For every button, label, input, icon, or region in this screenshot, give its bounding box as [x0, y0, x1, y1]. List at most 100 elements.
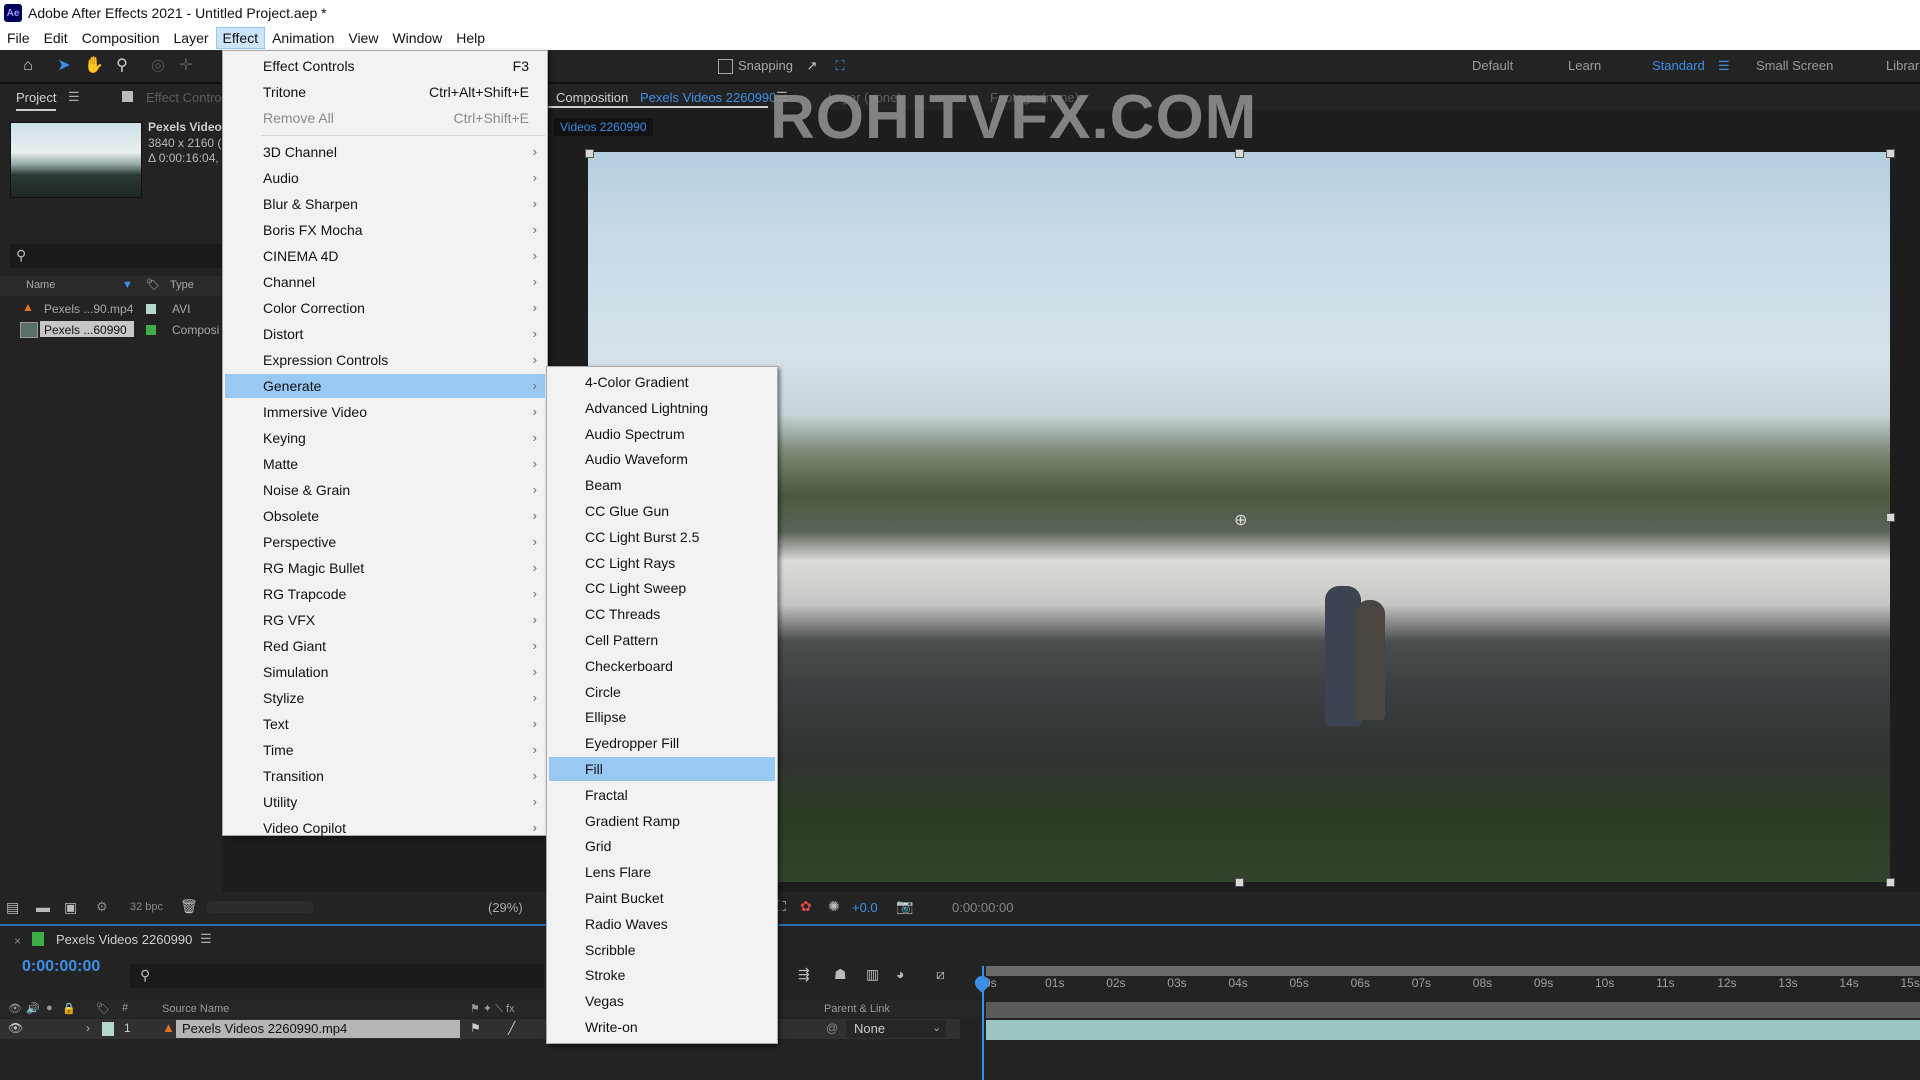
anchor-point-icon[interactable]: ⊕ [1234, 510, 1247, 530]
generate-item-4-color-gradient[interactable]: 4-Color Gradient [549, 370, 775, 394]
motion-blur-icon[interactable]: ◕ [896, 966, 904, 982]
frame-blending-icon[interactable]: ▥ [866, 966, 879, 983]
effect-menu-item-simulation[interactable]: Simulation › [225, 660, 545, 684]
menu-animation[interactable]: Animation [265, 27, 341, 49]
effect-menu-item-video-copilot[interactable]: Video Copilot › [225, 816, 545, 840]
generate-item-gradient-ramp[interactable]: Gradient Ramp [549, 809, 775, 833]
selection-arrow-icon[interactable]: ➤ [54, 56, 74, 76]
new-composition-icon[interactable]: ▣ [64, 899, 77, 916]
delete-icon[interactable]: 🗑 [180, 898, 198, 915]
expand-layer-icon[interactable]: › [86, 1021, 90, 1035]
effect-menu-item-rg-magic-bullet[interactable]: RG Magic Bullet › [225, 556, 545, 580]
effect-menu-item-expression-controls[interactable]: Expression Controls › [225, 348, 545, 372]
generate-item-fill[interactable]: Fill [549, 757, 775, 781]
reset-exposure-icon[interactable]: ✺ [828, 898, 840, 915]
video-toggle-icon[interactable]: 👁 [8, 1002, 22, 1015]
column-type[interactable]: Type [170, 279, 194, 291]
transform-handle[interactable] [1886, 149, 1895, 158]
generate-item-paint-bucket[interactable]: Paint Bucket [549, 886, 775, 910]
project-panel-menu-icon[interactable]: ☰ [68, 89, 80, 105]
flowchart-icon[interactable]: ⚙ [96, 899, 108, 915]
effect-menu-item-keying[interactable]: Keying › [225, 426, 545, 450]
effect-menu-item-matte[interactable]: Matte › [225, 452, 545, 476]
effect-menu-item-cinema-4d[interactable]: CINEMA 4D › [225, 244, 545, 268]
generate-item-fractal[interactable]: Fractal [549, 783, 775, 807]
generate-item-cell-pattern[interactable]: Cell Pattern [549, 628, 775, 652]
menu-layer[interactable]: Layer [167, 27, 216, 49]
generate-item-vegas[interactable]: Vegas [549, 989, 775, 1013]
effect-menu-item-time[interactable]: Time › [225, 738, 545, 762]
effect-menu-item-red-giant[interactable]: Red Giant › [225, 634, 545, 658]
transform-handle[interactable] [1886, 878, 1895, 887]
generate-item-eyedropper-fill[interactable]: Eyedropper Fill [549, 731, 775, 755]
layer-row[interactable]: 👁 › 1 ▲ Pexels Videos 2260990.mp4 ⚑ ╱ @ … [0, 1019, 960, 1039]
snapping-checkbox[interactable] [718, 59, 733, 74]
generate-item-ellipse[interactable]: Ellipse [549, 705, 775, 729]
effect-menu-item-generate[interactable]: Generate › [225, 374, 545, 398]
timeline-search-input[interactable]: ⚲ [130, 964, 544, 988]
effect-menu-item-effect-controls[interactable]: Effect Controls F3 [225, 54, 545, 78]
workspace-standard[interactable]: Standard [1652, 58, 1705, 73]
tab-project[interactable]: Project [16, 90, 57, 111]
tab-effect-controls[interactable]: Effect Contro [146, 90, 222, 105]
zoom-icon[interactable]: ⚲ [112, 56, 132, 76]
composition-name[interactable]: Pexels Videos 2260990 [640, 90, 776, 105]
pick-whip-icon[interactable]: @ [826, 1021, 838, 1035]
column-parent-link[interactable]: Parent & Link [824, 1003, 890, 1015]
graph-editor-icon[interactable]: ⧄ [936, 966, 945, 983]
effect-menu-item-text[interactable]: Text › [225, 712, 545, 736]
column-source-name[interactable]: Source Name [162, 1003, 229, 1015]
workspace-libraries[interactable]: Librar [1886, 58, 1919, 73]
close-tab-icon[interactable]: × [14, 934, 21, 948]
bit-depth-button[interactable]: 32 bpc [130, 901, 163, 913]
generate-item-cc-light-burst-2-5[interactable]: CC Light Burst 2.5 [549, 525, 775, 549]
viewer-timecode[interactable]: 0:00:00:00 [952, 900, 1013, 915]
pan-behind-icon[interactable]: ✛ [176, 56, 196, 76]
transform-handle[interactable] [1886, 513, 1895, 522]
effect-menu-item-rg-vfx[interactable]: RG VFX › [225, 608, 545, 632]
generate-item-lens-flare[interactable]: Lens Flare [549, 860, 775, 884]
generate-item-audio-spectrum[interactable]: Audio Spectrum [549, 422, 775, 446]
effect-menu-item-3d-channel[interactable]: 3D Channel › [225, 140, 545, 164]
work-area-bar[interactable] [986, 966, 1920, 976]
generate-item-write-on[interactable]: Write-on [549, 1015, 775, 1039]
generate-item-scribble[interactable]: Scribble [549, 938, 775, 962]
exposure-value[interactable]: +0.0 [852, 900, 878, 915]
composition-flowchart-icon[interactable]: ⇶ [798, 966, 810, 983]
generate-item-checkerboard[interactable]: Checkerboard [549, 654, 775, 678]
effect-menu-item-utility[interactable]: Utility › [225, 790, 545, 814]
transform-handle[interactable] [585, 149, 594, 158]
effect-menu-item-blur-sharpen[interactable]: Blur & Sharpen › [225, 192, 545, 216]
layer-name[interactable]: Pexels Videos 2260990.mp4 [182, 1021, 347, 1036]
layer-label-color[interactable] [102, 1022, 114, 1036]
generate-item-circle[interactable]: Circle [549, 680, 775, 704]
quality-switch-icon[interactable]: ╱ [508, 1021, 515, 1035]
generate-item-stroke[interactable]: Stroke [549, 963, 775, 987]
label-color-swatch[interactable] [146, 304, 156, 314]
transform-handle[interactable] [1235, 878, 1244, 887]
current-time-display[interactable]: 0:00:00:00 [22, 958, 100, 976]
new-folder-icon[interactable]: ▬ [36, 899, 50, 915]
thumbnail-scrollbar[interactable] [206, 901, 314, 913]
hand-icon[interactable]: ✋ [84, 56, 104, 76]
column-name[interactable]: Name [26, 279, 55, 291]
menu-help[interactable]: Help [449, 27, 492, 49]
magnification-dropdown[interactable]: (29%) [488, 900, 523, 915]
label-tag-icon[interactable]: 🏷 [146, 278, 160, 291]
effect-menu-item-color-correction[interactable]: Color Correction › [225, 296, 545, 320]
effect-menu-item-obsolete[interactable]: Obsolete › [225, 504, 545, 528]
timeline-menu-icon[interactable]: ☰ [200, 931, 212, 947]
menu-file[interactable]: File [0, 27, 37, 49]
menu-view[interactable]: View [341, 27, 385, 49]
generate-item-audio-waveform[interactable]: Audio Waveform [549, 447, 775, 471]
effect-menu-item-noise-grain[interactable]: Noise & Grain › [225, 478, 545, 502]
effect-menu-item-stylize[interactable]: Stylize › [225, 686, 545, 710]
generate-item-cc-glue-gun[interactable]: CC Glue Gun [549, 499, 775, 523]
generate-item-cc-light-rays[interactable]: CC Light Rays [549, 551, 775, 575]
effect-menu-item-transition[interactable]: Transition › [225, 764, 545, 788]
generate-item-radio-waves[interactable]: Radio Waves [549, 912, 775, 936]
layer-duration-bar[interactable] [986, 1020, 1920, 1040]
project-row[interactable]: Pexels ...60990 Composi [0, 320, 222, 340]
effect-menu-item-tritone[interactable]: Tritone Ctrl+Alt+Shift+E [225, 80, 545, 104]
workspace-menu-icon[interactable]: ☰ [1718, 58, 1730, 74]
